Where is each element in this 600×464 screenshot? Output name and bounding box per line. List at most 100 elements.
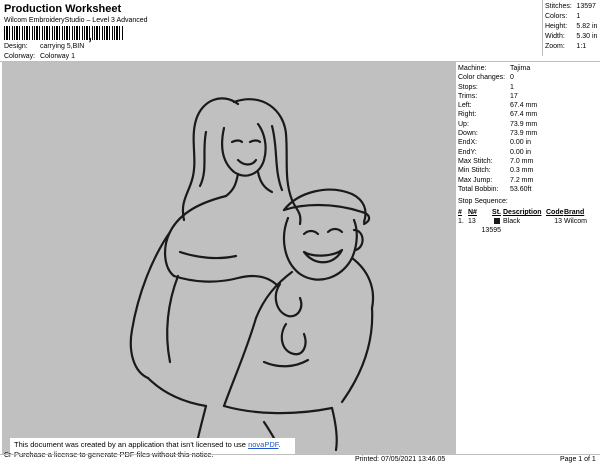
page-number: Page 1 of 1 <box>560 456 596 463</box>
machine-value: 7.0 mm <box>510 157 534 165</box>
barcode <box>4 26 124 40</box>
machine-value: 0.00 in <box>510 148 532 156</box>
machine-label: Machine: <box>458 65 487 72</box>
stop-stitches: 13595 <box>481 227 501 234</box>
notice-line-1: This document was created by an applicat… <box>14 440 295 450</box>
machine-row: Down: 73.9 mm <box>458 129 600 138</box>
column-header-brand: Brand <box>564 209 585 216</box>
machine-row: Max Stitch: 7.0 mm <box>458 157 600 166</box>
design-row: Design: carrying 5,BIN <box>4 43 84 50</box>
summary-label: Height: <box>545 23 568 30</box>
man-shoulder <box>350 256 375 310</box>
woman-shoulder <box>164 194 228 278</box>
summary-value: 5.82 in <box>576 23 598 30</box>
machine-row: Right: 67.4 mm <box>458 110 600 119</box>
stop-sequence-panel: Stop Sequence: # N# St. Description Code… <box>456 198 600 234</box>
machine-label: EndY: <box>458 148 477 156</box>
woman-face-outline <box>221 122 267 177</box>
column-header-needle: N# <box>468 209 477 216</box>
machine-value: 17 <box>510 92 518 100</box>
man-cap-brim <box>282 203 371 226</box>
software-name: Wilcom EmbroideryStudio – Level 3 Advanc… <box>4 17 148 24</box>
machine-row: Color changes: 0 <box>458 73 600 82</box>
woman-hair-strand <box>270 124 284 192</box>
summary-row: Height: 5.82 in <box>545 22 600 32</box>
barcode-comma: , <box>88 27 92 43</box>
machine-label: Down: <box>458 130 478 138</box>
woman-eye <box>248 139 262 144</box>
summary-value: 1 <box>576 13 581 20</box>
colorway-label: Colorway: <box>4 53 36 60</box>
summary-label: Zoom: <box>545 43 565 50</box>
machine-value: 0 <box>510 74 514 82</box>
summary-row: Zoom: 1:1 <box>545 42 600 52</box>
stop-stitches-cell: 13595 <box>481 217 503 234</box>
machine-value: 53.60ft <box>510 185 532 193</box>
machine-row: Left: 67.4 mm <box>458 101 600 110</box>
stop-number: 1. <box>458 218 464 225</box>
woman-neck <box>256 170 274 194</box>
stop-description: Black <box>503 218 521 225</box>
machine-row: Min Stitch: 0.3 mm <box>458 166 600 175</box>
column-header-stitches: St. <box>492 209 501 216</box>
man-smile <box>302 248 344 264</box>
machine-value: 67.4 mm <box>510 102 538 110</box>
column-header-description: Description <box>503 209 542 216</box>
machine-row: Stops: 1 <box>458 83 600 92</box>
machine-value: Tajima <box>510 65 531 72</box>
man-hand <box>280 322 307 356</box>
man-eye <box>302 229 320 236</box>
machine-value: 0.3 mm <box>510 167 534 175</box>
woman-eye <box>230 139 244 144</box>
design-value: carrying 5,BIN <box>39 43 85 50</box>
machine-value: 1 <box>510 83 514 91</box>
stop-brand: Wilcom <box>564 218 587 225</box>
summary-value: 1:1 <box>576 43 587 50</box>
table-row: 1. 13 13595 Black 13 Wilcom <box>458 217 600 234</box>
man-torso-fold <box>222 404 334 415</box>
design-preview <box>2 62 456 454</box>
machine-label: Left: <box>458 102 472 110</box>
column-header-number: # <box>458 209 462 216</box>
machine-row: Total Bobbin: 53.60ft <box>458 185 600 194</box>
machine-row: EndY: 0.00 in <box>458 148 600 157</box>
machine-label: Up: <box>458 120 469 128</box>
woman-arm <box>178 250 238 260</box>
machine-row: Machine: Tajima <box>458 64 600 73</box>
summary-row: Stitches: 13597 <box>545 2 600 12</box>
summary-label: Width: <box>545 33 565 40</box>
machine-value: 73.9 mm <box>510 120 538 128</box>
embroidery-design-illustration <box>129 97 375 454</box>
woman-leg <box>166 274 180 364</box>
machine-label: EndX: <box>458 139 478 147</box>
stop-sequence-header: # N# St. Description Code Brand <box>458 208 600 217</box>
notice-text: This document was created by an applicat… <box>14 440 246 449</box>
machine-value: 0.00 in <box>510 139 532 147</box>
printed-timestamp: Printed: 07/05/2021 13:46.05 <box>355 456 446 463</box>
design-label: Design: <box>4 43 28 50</box>
thread-color-swatch <box>494 218 500 225</box>
summary-row: Colors: 1 <box>545 12 600 22</box>
man-torso <box>222 316 258 408</box>
machine-label: Color changes: <box>458 74 506 82</box>
woman-arm <box>172 274 280 288</box>
summary-value: 13597 <box>576 3 596 10</box>
summary-label: Colors: <box>545 13 568 20</box>
machine-label: Max Jump: <box>458 176 493 184</box>
machine-row: Trims: 17 <box>458 92 600 101</box>
man-face-outline <box>282 216 358 281</box>
colorway-row: Colorway: Colorway 1 <box>4 53 75 60</box>
machine-row: EndX: 0.00 in <box>458 138 600 147</box>
lower-body <box>330 406 338 452</box>
notice-period: . <box>278 440 281 449</box>
summary-label: Stitches: <box>545 3 572 10</box>
machine-label: Total Bobbin: <box>458 185 499 193</box>
machine-label: Min Stitch: <box>458 167 491 175</box>
woman-hair-outline <box>232 98 302 226</box>
novapdf-link[interactable]: novaPDF <box>248 440 278 449</box>
machine-row: Max Jump: 7.2 mm <box>458 176 600 185</box>
woman-smile <box>236 158 258 166</box>
worksheet-footer: Printed: 07/05/2021 13:46.05 Page 1 of 1 <box>0 454 600 464</box>
machine-label: Stops: <box>458 83 478 91</box>
woman-neck <box>224 172 240 198</box>
